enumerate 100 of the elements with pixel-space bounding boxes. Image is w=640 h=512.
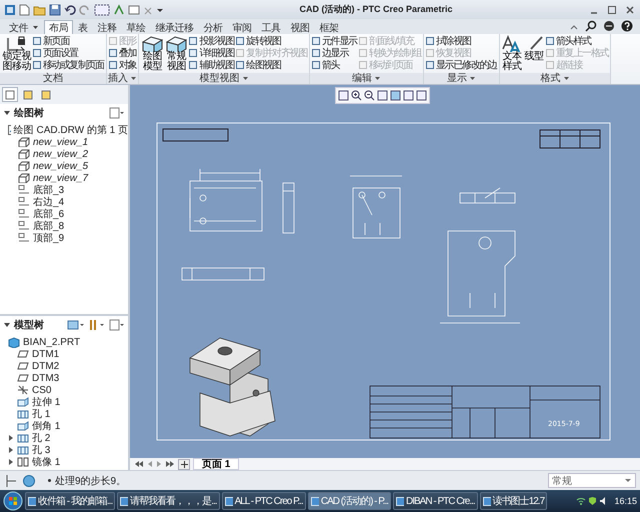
tree-item[interactable]: 拉伸 1 (32, 395, 60, 409)
ribbon-tab[interactable]: 草绘 (122, 20, 150, 34)
ribbon-tab[interactable]: 注释 (92, 20, 122, 34)
wifi-icon[interactable] (576, 496, 586, 506)
search-icon[interactable] (585, 20, 597, 32)
undo-icon[interactable] (64, 4, 76, 16)
open-folder-icon[interactable] (33, 4, 46, 16)
ribbon-button[interactable]: 边显示 (311, 47, 358, 59)
tree-item[interactable]: new_view_1 (33, 136, 88, 148)
ribbon-button[interactable]: 箭头样式 (544, 35, 610, 47)
tree-item[interactable]: DTM2 (32, 360, 60, 372)
ribbon-button[interactable]: 详细视图 (188, 47, 236, 59)
ribbon-tab[interactable]: 分析 (198, 20, 228, 34)
settings-icon[interactable] (109, 319, 125, 331)
ribbon-tab[interactable]: 视图 (286, 20, 314, 34)
taskbar-button[interactable]: DIBAN - PTC Cre... (393, 492, 478, 510)
ribbon-tab[interactable]: 工具 (256, 20, 286, 34)
ribbon-button[interactable]: 旋转视图 (235, 35, 308, 47)
display-style-icon[interactable] (390, 90, 401, 101)
ribbon-button[interactable]: 页面设置 (32, 47, 105, 59)
tree-item[interactable]: 底部_6 (33, 207, 64, 221)
ribbon-button[interactable]: 元件显示 (311, 35, 358, 47)
ribbon-button[interactable]: 投影视图 (188, 35, 236, 47)
group-label[interactable]: 编辑 (310, 73, 424, 84)
help-icon[interactable] (621, 20, 633, 32)
window-icon[interactable] (128, 4, 140, 16)
ribbon-tab[interactable]: 框架 (314, 20, 344, 34)
group-label[interactable]: 模型视图 (139, 73, 310, 84)
tree-item[interactable]: new_view_2 (33, 148, 88, 160)
taskbar-button[interactable]: 读书图士12.7 (480, 492, 548, 510)
ribbon-tab[interactable]: 布局 (44, 20, 73, 34)
new-file-icon[interactable] (19, 4, 30, 16)
previous-page-icon[interactable] (147, 460, 153, 468)
tree-item[interactable]: 孔 3 (32, 443, 50, 457)
layer-icon[interactable] (403, 90, 414, 101)
tree-item[interactable]: 倒角 1 (32, 419, 60, 433)
save-icon[interactable] (49, 4, 61, 16)
first-page-icon[interactable] (134, 460, 144, 468)
next-page-icon[interactable] (156, 460, 162, 468)
expand-arrow-icon[interactable] (8, 434, 14, 442)
tree-item[interactable]: 底部_8 (33, 219, 64, 233)
ribbon-button[interactable]: 移动或复制页面 (32, 59, 105, 71)
add-page-button[interactable] (178, 458, 190, 470)
expand-arrow-icon[interactable] (8, 458, 14, 466)
last-page-icon[interactable] (165, 460, 175, 468)
zoom-out-icon[interactable] (364, 90, 375, 101)
tools-icon[interactable] (88, 319, 106, 331)
ribbon-large-button[interactable]: 文本样式 (500, 35, 523, 73)
ribbon-tab[interactable]: 继承迁移 (150, 20, 198, 34)
panel-tab[interactable] (2, 87, 18, 102)
tree-item[interactable]: 孔 2 (32, 431, 50, 445)
tree-item[interactable]: 镜像 1 (32, 455, 60, 469)
taskbar-button[interactable]: CAD (活动的) - P... (308, 492, 391, 510)
tree-item[interactable]: new_view_7 (33, 172, 88, 184)
ribbon-tab[interactable]: 表 (73, 20, 92, 34)
collapse-arrow-icon[interactable] (3, 109, 11, 117)
ribbon-tab[interactable]: 文件 (4, 20, 44, 34)
tree-item[interactable]: 孔 1 (32, 407, 50, 421)
taskbar-button[interactable]: 收件箱 - 我的邮箱... (25, 492, 116, 510)
group-label[interactable]: 显示 (424, 73, 499, 84)
ribbon-button[interactable]: 叠加 (108, 47, 138, 59)
ribbon-button[interactable]: 对象 (108, 59, 138, 71)
display-icon[interactable] (67, 319, 85, 331)
ribbon-large-button[interactable]: 常规视图 (164, 35, 188, 73)
ribbon-tab[interactable]: 审阅 (228, 20, 256, 34)
regenerate-icon[interactable] (113, 4, 125, 16)
ribbon-button[interactable]: 新页面 (32, 35, 105, 47)
refit-icon[interactable] (338, 90, 349, 101)
ribbon-large-button[interactable]: 锁定视图移动 (1, 35, 32, 73)
shield-icon[interactable] (588, 496, 598, 506)
zoom-in-icon[interactable] (351, 90, 362, 101)
close-icon[interactable] (624, 4, 636, 16)
globe-icon[interactable] (22, 474, 36, 488)
group-label[interactable]: 格式 (500, 73, 610, 84)
taskbar-button[interactable]: 请帮我看看，，，是... (117, 492, 220, 510)
collapse-arrow-icon[interactable] (3, 321, 11, 329)
ribbon-button[interactable]: 拭除视图 (425, 35, 498, 47)
ribbon-large-button[interactable]: 绘图模型 (140, 35, 164, 73)
tree-item[interactable]: 底部_3 (33, 183, 64, 197)
repaint-icon[interactable] (377, 90, 388, 101)
page-tab[interactable]: 页面 1 (193, 458, 240, 470)
group-label[interactable]: 插入 (106, 73, 138, 84)
group-label[interactable]: 文档 (0, 73, 106, 84)
ribbon-button[interactable]: 显示已修改的边 (425, 59, 498, 71)
tree-item[interactable]: DTM3 (32, 372, 60, 384)
ribbon-button[interactable]: 箭头 (311, 59, 358, 71)
tree-item[interactable]: DTM1 (32, 348, 60, 360)
ribbon-button[interactable]: 辅助视图 (188, 59, 236, 71)
expand-arrow-icon[interactable] (8, 446, 14, 454)
start-button-icon[interactable] (3, 491, 23, 511)
annotation-icon[interactable] (416, 90, 427, 101)
select-box-icon[interactable] (94, 4, 110, 16)
tree-item[interactable]: 顶部_9 (33, 231, 64, 245)
ribbon-button[interactable]: 绘图视图 (235, 59, 308, 71)
taskbar-button[interactable]: ALL - PTC Creo P... (222, 492, 306, 510)
layout-icon[interactable] (4, 474, 18, 488)
maximize-icon[interactable] (606, 4, 618, 16)
tree-item[interactable]: 右边_4 (33, 195, 64, 209)
filter-dropdown[interactable]: 常规 (548, 473, 636, 488)
tree-item[interactable]: new_view_5 (33, 160, 88, 172)
